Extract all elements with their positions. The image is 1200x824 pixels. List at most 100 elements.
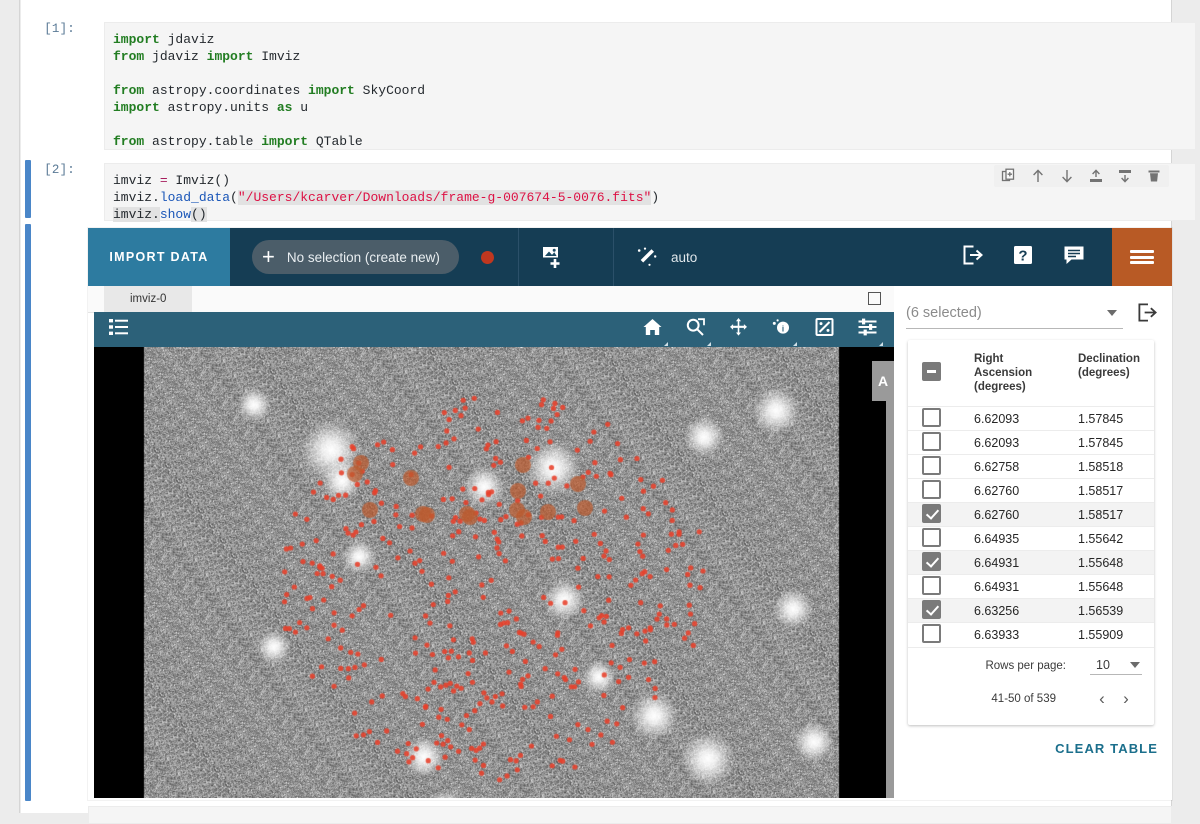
table-row[interactable]: 6.62093 1.57845	[908, 406, 1154, 431]
table-row[interactable]: 6.63256 1.56539	[908, 598, 1154, 623]
next-page-button[interactable]: ›	[1114, 689, 1138, 709]
rows-per-page-select[interactable]: 10	[1090, 658, 1142, 675]
clear-table-button[interactable]: CLEAR TABLE	[1055, 741, 1158, 756]
insert-cell-below-icon[interactable]	[1117, 168, 1133, 184]
cell-declination: 1.57845	[1078, 411, 1124, 426]
move-cell-up-icon[interactable]	[1030, 168, 1046, 184]
delete-cell-icon[interactable]	[1146, 168, 1162, 184]
export-table-button[interactable]	[1137, 302, 1158, 328]
chevron-down-icon	[1130, 661, 1140, 668]
feedback-button[interactable]	[1062, 244, 1086, 271]
home-reset-zoom-button[interactable]	[642, 317, 668, 346]
add-image-viewer-button[interactable]	[519, 228, 589, 286]
table-row[interactable]: 6.64931 1.55648	[908, 574, 1154, 599]
cell-declination: 1.58518	[1078, 459, 1124, 474]
subset-selection-chip[interactable]: + No selection (create new)	[252, 240, 459, 274]
plus-icon: +	[262, 244, 275, 269]
cell-right-ascension: 6.63256	[974, 603, 1020, 618]
import-data-button[interactable]: IMPORT DATA	[88, 228, 230, 286]
code-editor-1[interactable]: import jdaviz from jdaviz import Imviz fr…	[104, 22, 1196, 150]
help-icon: ?	[1014, 245, 1032, 264]
data-layers-list-button[interactable]	[108, 317, 130, 342]
row-checkbox-cell[interactable]	[908, 431, 974, 455]
export-button[interactable]	[962, 244, 984, 271]
row-checkbox[interactable]	[922, 479, 941, 499]
pan-button[interactable]	[728, 317, 749, 342]
viewer-column: imviz-0 i A	[88, 286, 894, 800]
column-header-ra-line2: Ascension	[974, 367, 1033, 379]
subset-record-indicator[interactable]	[480, 250, 494, 264]
row-checkbox-cell[interactable]	[908, 407, 974, 431]
pagination-row: 41-50 of 539 ‹ ›	[908, 675, 1142, 721]
table-selection-dropdown[interactable]: (6 selected)	[906, 300, 1123, 329]
row-checkbox-cell[interactable]	[908, 479, 974, 503]
page-left-gutter	[0, 0, 20, 813]
feedback-icon	[1064, 246, 1084, 264]
row-checkbox-cell[interactable]	[908, 623, 974, 647]
image-viewer-canvas[interactable]: A	[94, 347, 894, 798]
cell-toolbar[interactable]	[994, 165, 1169, 187]
cell-right-ascension: 6.62760	[974, 483, 1020, 498]
app-toolbar-right-icons: ?	[962, 244, 1112, 271]
table-row[interactable]: 6.64931 1.55648	[908, 550, 1154, 575]
row-checkbox[interactable]	[922, 551, 941, 571]
table-row[interactable]: 6.62758 1.58518	[908, 454, 1154, 479]
data-layers-list-icon	[109, 319, 128, 335]
code-line: from jdaviz import Imviz	[113, 49, 301, 64]
cell-declination: 1.55648	[1078, 555, 1124, 570]
cell-right-ascension: 6.64931	[974, 555, 1020, 570]
table-row[interactable]: 6.62760 1.58517	[908, 478, 1154, 503]
row-checkbox[interactable]	[922, 431, 941, 451]
table-row[interactable]: 6.62760 1.58517	[908, 502, 1154, 527]
previous-page-button[interactable]: ‹	[1090, 689, 1114, 709]
table-row[interactable]: 6.63933 1.55909	[908, 622, 1154, 647]
row-checkbox[interactable]	[922, 527, 941, 547]
add-image-viewer-icon	[542, 247, 560, 268]
app-body: imviz-0 i A (6 selected) Right Ascension…	[88, 286, 1172, 800]
svg-text:?: ?	[1018, 247, 1027, 264]
code-line: from astropy.table import QTable	[113, 134, 363, 149]
viewer-tabs-row: imviz-0	[88, 286, 894, 313]
maximize-viewer-icon[interactable]	[868, 292, 881, 305]
row-checkbox[interactable]	[922, 407, 941, 427]
subset-selection-label: No selection (create new)	[286, 249, 440, 265]
markers-table-footer: Rows per page: 10 41-50 of 539 ‹ ›	[908, 646, 1154, 725]
row-checkbox-cell[interactable]	[908, 455, 974, 479]
table-row[interactable]: 6.62093 1.57845	[908, 430, 1154, 455]
next-notebook-cell[interactable]	[88, 806, 1172, 824]
code-line: imviz.load_data("/Users/kcarver/Download…	[113, 190, 660, 205]
row-checkbox[interactable]	[922, 599, 941, 619]
row-checkbox[interactable]	[922, 623, 941, 643]
duplicate-cell-icon[interactable]	[1001, 168, 1017, 184]
help-button[interactable]: ?	[1012, 244, 1034, 271]
cell-right-ascension: 6.62760	[974, 507, 1020, 522]
select-all-checkbox[interactable]	[922, 361, 941, 381]
stretch-preset-button[interactable]: auto	[614, 228, 719, 286]
row-checkbox-cell[interactable]	[908, 527, 974, 551]
table-row[interactable]: 6.64935 1.55642	[908, 526, 1154, 551]
row-checkbox-cell[interactable]	[908, 551, 974, 575]
cell-declination: 1.55909	[1078, 627, 1124, 642]
viewer-tab-imviz-0[interactable]: imviz-0	[104, 286, 193, 312]
cell-right-ascension: 6.62093	[974, 411, 1020, 426]
layer-legend-tab[interactable]: A	[872, 361, 894, 401]
markers-table-body: 6.62093 1.57845 6.62093 1.57845 6.62758 1.585…	[908, 406, 1154, 647]
column-header-dec[interactable]: Declination (degrees)	[1078, 340, 1154, 407]
insert-cell-above-icon[interactable]	[1088, 168, 1104, 184]
column-header-dec-line2: (degrees)	[1078, 367, 1130, 379]
row-checkbox[interactable]	[922, 575, 941, 595]
row-checkbox-cell[interactable]	[908, 503, 974, 527]
row-checkbox-cell[interactable]	[908, 575, 974, 599]
subset-info-button[interactable]: i	[771, 317, 797, 346]
row-checkbox[interactable]	[922, 455, 941, 475]
move-cell-down-icon[interactable]	[1059, 168, 1075, 184]
row-checkbox-cell[interactable]	[908, 599, 974, 623]
contrast-bias-button[interactable]	[814, 317, 835, 342]
viewer-vertical-scrollbar[interactable]	[886, 401, 894, 798]
column-header-ra[interactable]: Right Ascension (degrees)	[974, 340, 1078, 407]
cell-right-ascension: 6.62093	[974, 435, 1020, 450]
viewer-settings-button[interactable]	[857, 317, 883, 346]
row-checkbox[interactable]	[922, 503, 941, 523]
app-menu-button[interactable]	[1112, 228, 1172, 286]
zoom-box-button[interactable]	[685, 317, 711, 346]
